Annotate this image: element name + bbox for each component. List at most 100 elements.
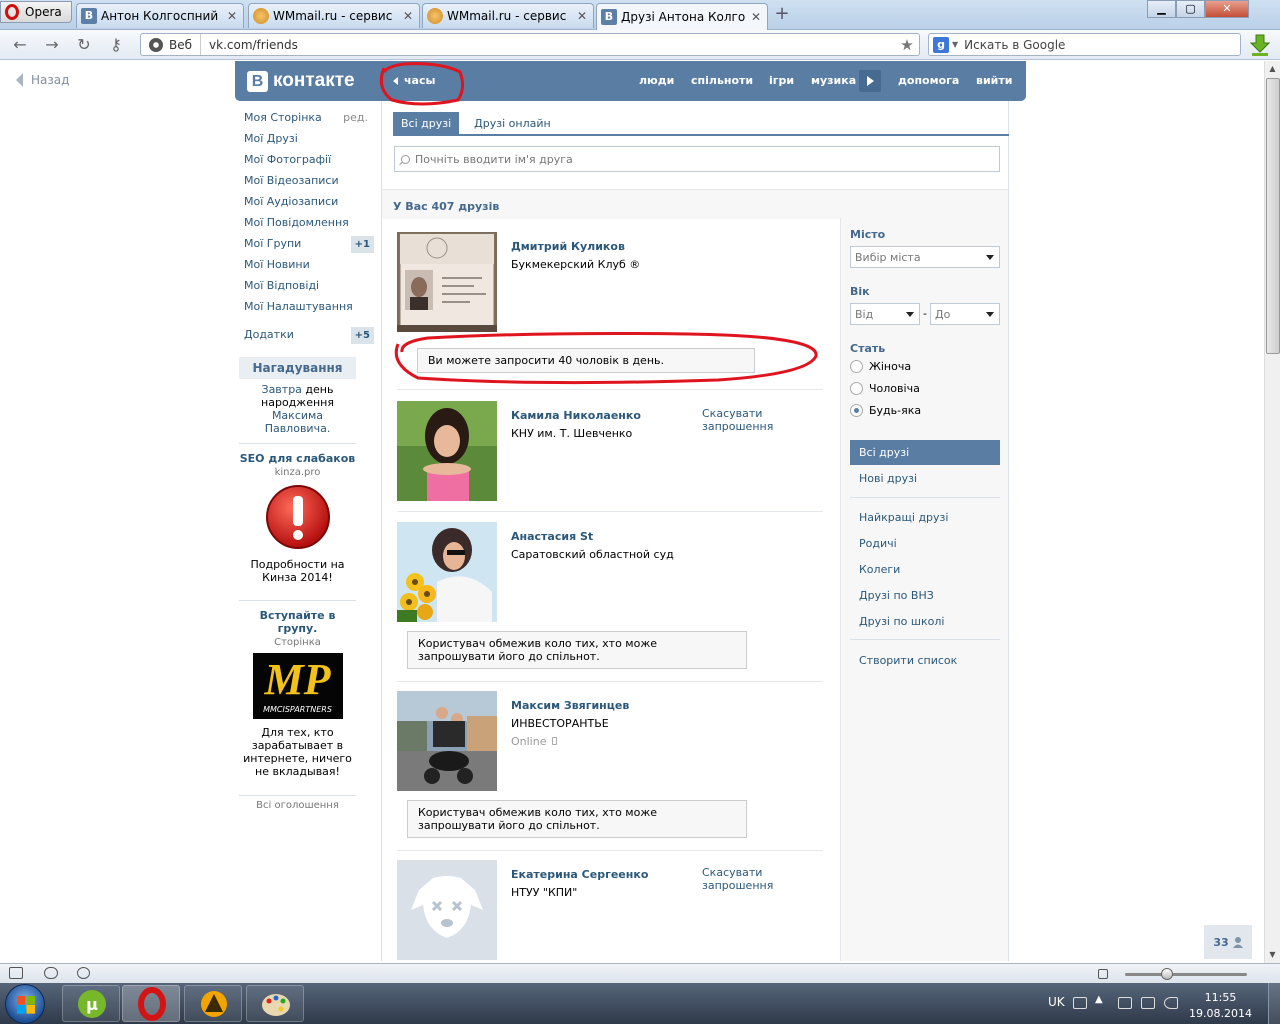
address-bar[interactable]: Веб vk.com/friends ★ [140,33,920,56]
keyboard-icon[interactable] [1073,997,1087,1009]
browser-tab-active[interactable]: B Друзі Антона Колгосп... ✕ [596,3,768,30]
reminder-person-link[interactable]: Максима Павловича. [265,409,331,435]
nav-my-news[interactable]: Мої Новини [244,257,374,278]
panel-toggle-icon[interactable] [9,967,23,979]
flag-icon[interactable] [1118,997,1132,1009]
close-tab-icon[interactable]: ✕ [575,9,589,23]
back-arrow-icon[interactable]: ← [8,35,32,55]
list-colleagues[interactable]: Колеги [859,563,900,576]
list-all-friends[interactable]: Всі друзі [850,440,1000,465]
header-status[interactable]: часы [393,74,435,87]
scroll-up-icon[interactable]: ▲ [1265,61,1280,77]
start-button[interactable] [5,984,45,1024]
maximize-button[interactable]: ▢ [1176,0,1205,18]
url-text[interactable]: vk.com/friends [201,38,895,52]
scroll-down-icon[interactable]: ▼ [1265,947,1280,963]
sex-option-any[interactable]: Будь-яка [850,404,921,417]
menu-communities[interactable]: спільноти [691,74,753,87]
close-tab-icon[interactable]: ✕ [401,9,415,23]
close-tab-icon[interactable]: ✕ [225,9,239,23]
browser-tab[interactable]: B Антон Колгоспний ✕ [76,3,244,28]
friend-avatar[interactable] [397,401,497,501]
menu-games[interactable]: ігри [769,74,794,87]
taskbar-opera[interactable] [122,985,180,1022]
search-field[interactable]: g ▼ Искать в Google [928,33,1241,56]
forward-arrow-icon[interactable]: → [40,35,64,55]
close-window-button[interactable]: ✕ [1205,0,1249,18]
age-from-select[interactable]: Від [850,303,920,325]
music-play-icon[interactable] [859,70,881,92]
reload-icon[interactable]: ↻ [72,35,96,55]
list-relatives[interactable]: Родичі [859,537,897,550]
ad-title[interactable]: Вступайте в групу. [239,609,356,635]
view-icon[interactable] [1098,969,1108,979]
nav-my-answers[interactable]: Мої Відповіді [244,278,374,299]
scrollbar-thumb[interactable] [1266,78,1280,354]
friend-name[interactable]: Екатерина Сергеенко [511,868,648,881]
friend-avatar[interactable] [397,522,497,622]
close-tab-icon[interactable]: ✕ [749,10,763,24]
network-icon[interactable] [1141,997,1155,1009]
deactivated-dog-avatar-icon[interactable] [397,860,497,960]
cancel-request-link[interactable]: Скасувати запрошення [702,866,782,892]
friend-avatar[interactable] [397,232,497,332]
friend-name[interactable]: Анастасия St [511,530,593,543]
opera-unite-icon[interactable] [44,967,58,979]
address-mode-badge[interactable]: Веб [141,34,202,55]
friend-name[interactable]: Максим Звягинцев [511,699,629,712]
reminder-date-link[interactable]: Завтра [262,383,302,396]
ad-seo[interactable]: SEO для слабаков kinza.pro Подробности н… [239,452,356,584]
download-icon[interactable] [1250,34,1270,56]
menu-music[interactable]: музика [811,74,856,87]
ad-group[interactable]: Вступайте в групу. Сторінка MP MMCISPART… [239,609,356,778]
minimize-button[interactable]: ▁ [1147,0,1176,18]
page-scrollbar[interactable]: ▲ ▼ [1264,61,1280,963]
sex-option-female[interactable]: Жіноча [850,360,911,373]
friend-avatar[interactable] [397,691,497,791]
taskbar-aimp[interactable] [184,985,242,1022]
nav-my-messages[interactable]: Мої Повідомлення [244,215,374,236]
tab-friends-online[interactable]: Друзі онлайн [466,112,559,135]
volume-icon[interactable] [1164,997,1178,1009]
tab-all-friends[interactable]: Всі друзі [393,112,460,135]
menu-people[interactable]: люди [639,74,674,87]
key-icon[interactable]: ⚷ [104,35,128,55]
friend-name[interactable]: Камила Николаенко [511,409,641,422]
search-engine-dropdown-icon[interactable]: ▼ [952,40,958,49]
browser-tab[interactable]: WMmail.ru - сервис п... ✕ [248,3,420,28]
sex-option-male[interactable]: Чоловіча [850,382,920,395]
mp-logo-icon[interactable]: MP MMCISPARTNERS [252,653,343,719]
list-new-friends[interactable]: Нові друзі [859,472,917,485]
nav-my-settings[interactable]: Мої Налаштування [244,299,374,320]
menu-logout[interactable]: вийти [976,74,1012,87]
create-list-link[interactable]: Створити список [859,654,957,667]
opera-menu-button[interactable]: Opera [0,1,72,23]
edit-link[interactable]: ред. [343,110,368,125]
back-link[interactable]: Назад [16,73,69,87]
ad-title[interactable]: SEO для слабаков [239,452,356,465]
tray-arrow-icon[interactable]: ▲ [1095,994,1109,1006]
bookmark-star-icon[interactable]: ★ [895,36,919,54]
browser-tab[interactable]: WMmail.ru - сервис п... ✕ [422,3,594,28]
zoom-slider-handle[interactable] [1161,968,1173,980]
list-best-friends[interactable]: Найкращі друзі [859,511,948,524]
taskbar-utorrent[interactable]: µ [62,985,120,1022]
nav-my-photos[interactable]: Мої Фотографії [244,152,374,173]
language-indicator[interactable]: UK [1048,995,1065,1009]
friend-search-input[interactable]: Почніть вводити ім'я друга [394,146,1000,172]
list-school[interactable]: Друзі по школі [859,615,944,628]
google-icon[interactable]: g [933,36,949,53]
cancel-request-link[interactable]: Скасувати запрошення [702,407,782,433]
online-counter-button[interactable]: 33 [1204,925,1252,959]
menu-help[interactable]: допомога [898,74,959,87]
new-tab-button[interactable]: + [771,4,793,26]
warning-exclamation-icon[interactable] [263,484,333,554]
vk-logo[interactable]: В контакте [247,70,355,92]
nav-my-videos[interactable]: Мої Відеозаписи [244,173,374,194]
age-to-select[interactable]: До [930,303,1000,325]
friend-name[interactable]: Дмитрий Куликов [511,240,625,253]
city-select[interactable]: Вибір міста [850,246,1000,268]
all-ads-link[interactable]: Всі оголошення [239,800,356,811]
clock[interactable]: 11:55 19.08.2014 [1189,990,1252,1022]
list-university[interactable]: Друзі по ВНЗ [859,589,934,602]
